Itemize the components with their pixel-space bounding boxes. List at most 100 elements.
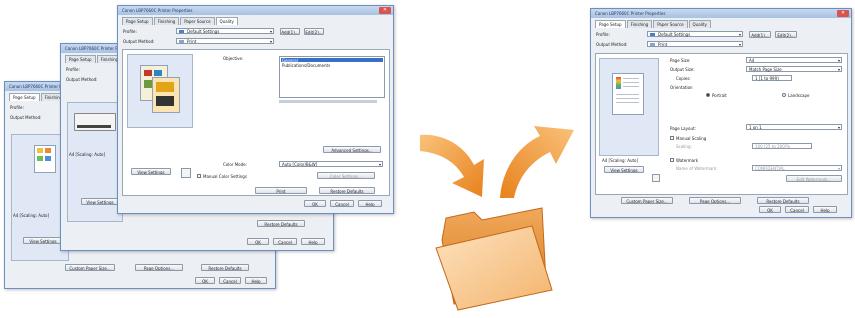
chevron-down-icon: ▾ — [837, 166, 840, 171]
window-title: Canon LBP7660C Printer Properties — [122, 8, 193, 13]
restore-defaults-button[interactable]: Restore Defaults — [201, 264, 249, 271]
objective-list[interactable]: General Publications/Documents — [279, 56, 385, 98]
preview-pane — [127, 54, 193, 128]
page-setup-panel: A4 [Scaling: Auto] View Settings Page Si… — [595, 53, 848, 195]
output-method-select[interactable]: Print ▾ — [647, 41, 743, 47]
ok-button[interactable]: OK — [304, 200, 326, 207]
advanced-settings-button[interactable]: Advanced Settings... — [323, 146, 381, 153]
printer-image — [74, 113, 116, 131]
objective-label: Objective: — [223, 56, 244, 61]
page-layout-label: Page Layout: — [670, 126, 696, 131]
profile-label: Profile: — [123, 29, 137, 34]
cancel-button[interactable]: Cancel — [330, 200, 354, 207]
copies-label: Copies: — [676, 76, 691, 81]
color-mode-select[interactable]: Auto [Color/B&W] ▾ — [279, 161, 383, 167]
custom-paper-button[interactable]: Custom Paper Size... — [621, 197, 673, 204]
status-text: A4 [Scaling: Auto] — [602, 158, 639, 163]
tab-page-setup[interactable]: Page Setup — [9, 93, 40, 101]
ok-button[interactable]: OK — [759, 206, 781, 213]
ok-button[interactable]: OK — [247, 238, 269, 245]
tab-finishing[interactable]: Finishing — [626, 20, 653, 28]
properties-window-front: Canon LBP7660C Printer Properties ✕ Page … — [117, 5, 394, 214]
tab-quality[interactable]: Quality — [215, 17, 238, 25]
color-settings-button[interactable]: Color Settings... — [317, 172, 375, 179]
page-size-label: Page Size: — [670, 58, 691, 63]
profile-select[interactable]: Default Settings ▾ — [647, 31, 743, 37]
orientation-label: Orientation — [670, 85, 693, 90]
output-method-label: Output Method: — [596, 42, 628, 47]
output-size-select[interactable]: Match Page Size ▾ — [746, 66, 842, 72]
output-method-label: Output Method: — [123, 39, 155, 44]
restore-defaults-button[interactable]: Restore Defaults — [257, 220, 305, 227]
close-icon[interactable]: ✕ — [379, 7, 391, 14]
cancel-button[interactable]: Cancel — [273, 238, 297, 245]
custom-paper-button[interactable]: Custom Paper Size... — [65, 264, 115, 271]
document-preview — [152, 77, 180, 113]
manual-color-label: Manual Color Settings — [203, 174, 247, 179]
portrait-radio[interactable] — [706, 93, 710, 97]
cancel-button[interactable]: Cancel — [785, 206, 809, 213]
status-text: A4 [Scaling: Auto] — [13, 213, 50, 218]
add-button[interactable]: Add(1)... — [749, 31, 771, 38]
manual-scaling-checkbox[interactable] — [670, 136, 674, 140]
arrow-out-icon — [500, 126, 574, 198]
help-button[interactable]: Help — [813, 206, 837, 213]
view-settings-button[interactable]: View Settings — [23, 237, 63, 244]
add-button[interactable]: Add(1)... — [280, 28, 300, 35]
tab-page-setup[interactable]: Page Setup — [65, 55, 96, 63]
objective-item[interactable]: Publications/Documents — [282, 63, 330, 68]
page-layout-select[interactable]: 1 on 1 ▾ — [746, 124, 842, 130]
help-button[interactable]: Help — [301, 238, 325, 245]
chevron-down-icon: ▾ — [269, 39, 272, 44]
page-options-button[interactable]: Page Options... — [689, 197, 741, 204]
tab-page-setup[interactable]: Page Setup — [595, 20, 626, 28]
print-button[interactable]: Print — [255, 187, 307, 194]
profile-label: Profile: — [596, 32, 610, 37]
chevron-down-icon: ▾ — [269, 29, 272, 34]
chevron-down-icon: ▾ — [837, 67, 840, 72]
copies-stepper[interactable]: 1 [1 to 999] — [752, 75, 792, 81]
window-title: Canon LBP7660C Printer Properties — [595, 11, 666, 16]
close-icon[interactable]: ✕ — [837, 10, 849, 17]
tab-page-setup[interactable]: Page Setup — [122, 17, 153, 25]
profile-icon — [179, 30, 184, 33]
page-options-button[interactable]: Page Options... — [135, 264, 183, 271]
profile-select[interactable]: Default Settings ▾ — [176, 28, 274, 34]
properties-window-right: Canon LBP7660C Printer Properties ✕ Page … — [590, 8, 852, 218]
tab-paper-source[interactable]: Paper Source — [180, 17, 215, 25]
cancel-button[interactable]: Cancel — [219, 277, 241, 284]
arrow-in-icon — [420, 134, 484, 197]
output-method-select[interactable]: Print ▾ — [176, 38, 274, 44]
chevron-down-icon: ▾ — [837, 125, 840, 130]
scaling-label: Scaling: — [676, 144, 692, 149]
restore-defaults-button[interactable]: Restore Defaults — [319, 187, 375, 194]
landscape-radio[interactable] — [782, 93, 786, 97]
edit-button[interactable]: Edit(2)... — [775, 31, 797, 38]
help-button[interactable]: Help — [245, 277, 267, 284]
manual-color-checkbox[interactable] — [197, 174, 201, 178]
edit-button[interactable]: Edit(2)... — [304, 28, 324, 35]
view-settings-button[interactable]: View Settings — [604, 166, 644, 173]
output-method-label: Output Method: — [10, 115, 42, 120]
view-settings-button[interactable]: View Settings — [81, 198, 119, 205]
page-size-select[interactable]: A4 ▾ — [746, 57, 842, 63]
tab-paper-source[interactable]: Paper Source — [653, 20, 688, 28]
ok-button[interactable]: OK — [195, 277, 215, 284]
chevron-down-icon: ▾ — [738, 32, 741, 37]
print-icon — [179, 40, 184, 43]
chevron-down-icon: ▾ — [837, 58, 840, 63]
restore-defaults-button[interactable]: Restore Defaults — [757, 197, 809, 204]
preview-pane — [599, 58, 659, 156]
tab-quality[interactable]: Quality — [688, 20, 711, 28]
magnify-icon[interactable] — [181, 168, 191, 178]
scaling-stepper[interactable]: 100 [25 to 200]% — [752, 143, 812, 149]
watermark-checkbox[interactable] — [670, 158, 674, 162]
tab-finishing[interactable]: Finishing — [153, 17, 180, 25]
profile-label: Profile: — [66, 67, 80, 72]
edit-watermark-button[interactable]: Edit Watermark... — [786, 175, 842, 182]
magnify-icon[interactable] — [652, 174, 660, 182]
folder-icon — [435, 207, 553, 311]
view-settings-button[interactable]: View Settings — [131, 168, 171, 175]
watermark-select[interactable]: CONFIDENTIAL ▾ — [752, 165, 842, 171]
help-button[interactable]: Help — [358, 200, 382, 207]
